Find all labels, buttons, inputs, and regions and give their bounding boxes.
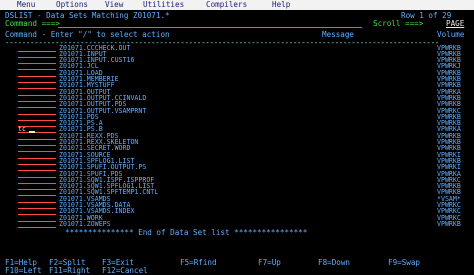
pfkey-f5[interactable]: F5=Rfind [180,258,217,267]
row-command-field[interactable] [18,94,56,96]
row-command-field[interactable] [18,226,56,228]
command-label: Command ===> [5,19,60,28]
row-command-field[interactable] [18,50,56,52]
row-command-field[interactable] [18,208,56,209]
menu-item-compilers[interactable]: Compilers [206,0,247,10]
row-command-field[interactable] [18,138,56,140]
row-command-field[interactable] [18,220,56,222]
row-command-field[interactable] [18,157,56,159]
row-command-field[interactable] [18,63,56,65]
column-header-volume: Volume [437,30,465,39]
row-command-field[interactable] [18,170,56,172]
row-command-field[interactable] [18,82,56,83]
menu-item-options[interactable]: Options [56,0,88,10]
row-command-field[interactable] [18,201,56,203]
row-command-field[interactable] [18,189,56,191]
pfkey-f7[interactable]: F7=Up [258,258,281,267]
dataset-volume: VPWRKB [437,219,461,228]
text-cursor [29,130,35,133]
row-command-field[interactable] [18,88,56,90]
row-command-field[interactable] [18,145,56,146]
row-command-field[interactable] [18,75,56,77]
scroll-amount-field[interactable]: PAGE [446,19,464,28]
row-command-field[interactable] [18,195,56,197]
row-command-field[interactable] [18,56,56,58]
row-command-field[interactable] [18,119,56,121]
row-command-field[interactable] [18,214,56,216]
menu-item-utilities[interactable]: Utilities [143,0,184,10]
row-command-field[interactable] [18,151,56,153]
menu-item-view[interactable]: View [105,0,123,10]
menu-bar: Menu Options View Utilities Compilers He… [0,0,474,10]
menu-item-menu[interactable]: Menu [17,0,35,10]
menu-item-help[interactable]: Help [272,0,290,10]
row-command-field[interactable] [18,176,56,178]
row-command-field[interactable] [18,100,56,102]
pfkey-f8[interactable]: F8=Down [318,258,350,267]
pfkey-f9[interactable]: F9=Swap [388,258,420,267]
command-input[interactable] [58,27,362,28]
row-command-field[interactable] [18,107,56,109]
row-command-field[interactable] [18,163,56,165]
scroll-label: Scroll ===> [373,19,424,28]
row-command-text[interactable]: tc [18,125,26,134]
row-command-field[interactable] [18,69,56,71]
end-of-list-marker: *************** End of Data Set list ***… [65,228,308,237]
row-command-field[interactable] [18,182,56,184]
row-command-field[interactable] [18,113,56,115]
